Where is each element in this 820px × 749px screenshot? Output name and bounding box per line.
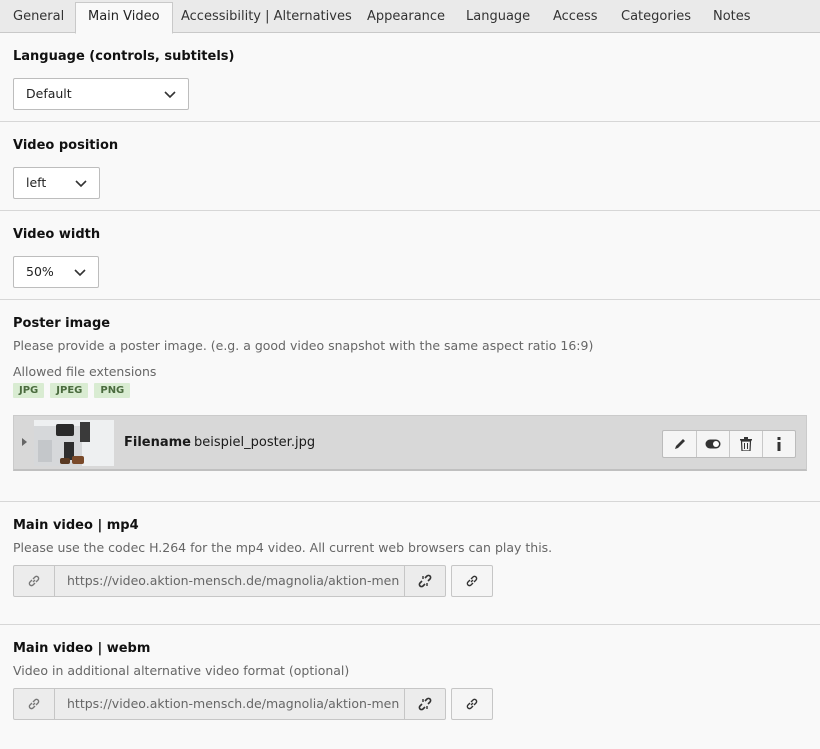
chevron-down-icon <box>75 180 87 188</box>
language-select[interactable]: Default <box>13 78 189 110</box>
tab-language[interactable]: Language <box>454 3 542 33</box>
video-width-label: Video width <box>13 227 101 242</box>
toggle-visibility-button[interactable] <box>696 431 729 457</box>
unlink-button[interactable] <box>404 566 445 596</box>
chevron-down-icon <box>164 91 176 99</box>
allowed-extensions-label: Allowed file extensions <box>13 364 157 379</box>
unlink-button[interactable] <box>404 689 445 719</box>
main-video-mp4-section: Main video | mp4 Please use the codec H.… <box>0 502 820 625</box>
edit-button[interactable] <box>663 431 696 457</box>
video-width-section: Video width 50% <box>0 211 820 300</box>
extension-badge: PNG <box>94 383 131 398</box>
poster-image-section: Poster image Please provide a poster ima… <box>0 300 820 502</box>
unlink-icon <box>418 697 432 711</box>
trash-icon <box>740 437 752 451</box>
unlink-icon <box>418 574 432 588</box>
mp4-label: Main video | mp4 <box>13 518 139 533</box>
tab-access[interactable]: Access <box>541 3 610 33</box>
link-icon <box>466 698 478 710</box>
link-icon <box>14 689 55 719</box>
mp4-link-browser-button[interactable] <box>451 565 493 597</box>
info-button[interactable] <box>762 431 795 457</box>
video-position-select-value: left <box>26 175 47 190</box>
filename-label: Filename <box>124 435 191 450</box>
poster-image-label: Poster image <box>13 316 111 331</box>
mp4-description: Please use the codec H.264 for the mp4 v… <box>13 540 553 555</box>
main-video-webm-section: Main video | webm Video in additional al… <box>0 625 820 749</box>
tab-accessibility-alternatives[interactable]: Accessibility | Alternatives <box>169 3 364 33</box>
webm-link-field: https://video.aktion-mensch.de/magnolia/… <box>13 688 446 720</box>
video-width-select[interactable]: 50% <box>13 256 99 288</box>
link-icon <box>14 566 55 596</box>
video-position-section: Video position left <box>0 122 820 211</box>
tab-bar: General Main Video Accessibility | Alter… <box>0 0 820 34</box>
toggle-icon <box>705 439 721 449</box>
video-width-select-value: 50% <box>26 264 54 279</box>
link-icon <box>466 575 478 587</box>
extension-badge: JPEG <box>50 383 89 398</box>
tab-notes[interactable]: Notes <box>701 3 763 33</box>
tab-categories[interactable]: Categories <box>609 3 703 33</box>
poster-thumbnail <box>34 420 114 466</box>
tab-main-video[interactable]: Main Video <box>75 2 173 34</box>
webm-url-input[interactable]: https://video.aktion-mensch.de/magnolia/… <box>55 689 405 719</box>
webm-label: Main video | webm <box>13 641 151 656</box>
language-label: Language (controls, subtitels) <box>13 49 235 64</box>
pencil-icon <box>674 439 685 449</box>
mp4-url-input[interactable]: https://video.aktion-mensch.de/magnolia/… <box>55 566 405 596</box>
webm-link-browser-button[interactable] <box>451 688 493 720</box>
extension-badge: JPG <box>13 383 45 398</box>
file-actions <box>662 430 796 458</box>
language-select-value: Default <box>26 86 72 101</box>
video-position-select[interactable]: left <box>13 167 100 199</box>
filename-value: beispiel_poster.jpg <box>194 435 316 450</box>
language-section: Language (controls, subtitels) Default <box>0 33 820 122</box>
poster-image-description: Please provide a poster image. (e.g. a g… <box>13 338 594 353</box>
chevron-down-icon <box>74 269 86 277</box>
expand-caret-icon[interactable] <box>22 438 27 446</box>
allowed-extensions: JPG JPEG PNG <box>13 383 131 398</box>
info-icon <box>777 437 781 451</box>
tab-appearance[interactable]: Appearance <box>355 3 457 33</box>
mp4-link-field: https://video.aktion-mensch.de/magnolia/… <box>13 565 446 597</box>
delete-button[interactable] <box>729 431 762 457</box>
webm-description: Video in additional alternative video fo… <box>13 663 350 678</box>
video-position-label: Video position <box>13 138 119 153</box>
tab-general[interactable]: General <box>1 3 76 33</box>
poster-file-row: Filename beispiel_poster.jpg <box>13 415 807 471</box>
